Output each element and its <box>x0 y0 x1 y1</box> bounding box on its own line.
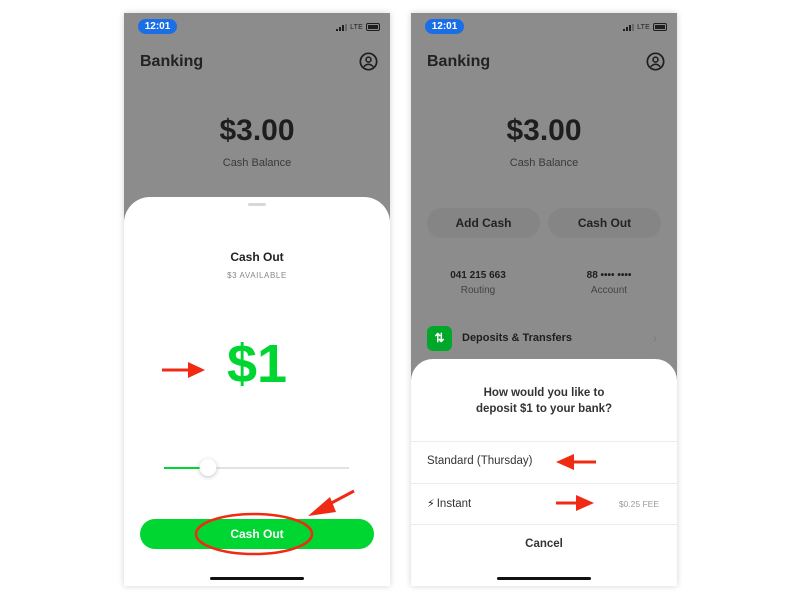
routing-label: Routing <box>460 285 496 296</box>
page-title: Banking <box>427 53 491 70</box>
home-indicator[interactable] <box>497 577 591 580</box>
deposits-transfers-row[interactable]: ⇅ Deposits & Transfers › <box>427 326 661 352</box>
battery-icon <box>366 23 380 31</box>
network-label: LTE <box>637 23 650 31</box>
status-indicators: LTE <box>336 22 380 32</box>
account-label: Account <box>590 285 628 296</box>
option-standard-label: Standard (Thursday) <box>427 455 533 467</box>
cash-balance-label: Cash Balance <box>222 157 292 169</box>
cancel-label: Cancel <box>525 538 563 550</box>
cash-balance-amount: $3.00 <box>506 114 582 147</box>
cash-out-amount: $1 <box>226 334 288 394</box>
cancel-button[interactable]: Cancel <box>411 525 677 565</box>
status-indicators: LTE <box>623 22 667 32</box>
deposits-transfers-label: Deposits & Transfers <box>462 332 573 344</box>
transfer-arrows-icon: ⇅ <box>427 326 452 351</box>
phone-screen-deposit-options: 12:01 LTE Banking $3.00 Cash Balance Add… <box>411 13 677 586</box>
option-standard[interactable]: Standard (Thursday) <box>411 441 677 482</box>
network-label: LTE <box>350 23 363 31</box>
chevron-right-icon: › <box>653 331 657 345</box>
battery-icon <box>653 23 667 31</box>
deposit-question: How would you like to deposit $1 to your… <box>441 385 647 417</box>
sheet-title: Cash Out <box>230 250 284 264</box>
signal-icon <box>336 23 348 31</box>
deposit-question-line-2: deposit $1 to your bank? <box>475 403 613 415</box>
slider-thumb[interactable] <box>199 459 217 476</box>
page-title: Banking <box>140 53 204 70</box>
routing-number[interactable]: 041 215 663 <box>413 270 543 281</box>
phone-screen-cash-out: 12:01 LTE Banking $3.00 Cash Balance Cas… <box>124 13 390 586</box>
add-cash-button[interactable]: Add Cash <box>427 208 540 238</box>
cash-out-button[interactable]: Cash Out <box>140 519 374 549</box>
cash-out-sheet: Cash Out $3 AVAILABLE $1 Cash Out <box>124 197 390 586</box>
lightning-icon: ⚡︎ <box>427 498 435 510</box>
option-instant-label: Instant <box>436 498 472 510</box>
instant-fee: $0.25 FEE <box>618 499 659 509</box>
home-indicator[interactable] <box>210 577 304 580</box>
status-time: 12:01 <box>425 19 464 34</box>
cash-out-button[interactable]: Cash Out <box>548 208 661 238</box>
cash-balance-label: Cash Balance <box>509 157 579 169</box>
option-instant-text: ⚡︎ Instant <box>427 497 471 510</box>
annotation-overlay <box>162 362 596 556</box>
signal-icon <box>623 23 635 31</box>
account-number[interactable]: 88 •••• •••• <box>544 270 674 281</box>
cash-balance-amount: $3.00 <box>219 114 295 147</box>
available-amount: $3 AVAILABLE <box>227 271 287 280</box>
profile-icon[interactable] <box>359 52 378 71</box>
amount-slider[interactable] <box>164 458 349 478</box>
profile-icon[interactable] <box>646 52 665 71</box>
option-instant[interactable]: ⚡︎ Instant $0.25 FEE <box>411 483 677 525</box>
deposit-options-sheet: How would you like to deposit $1 to your… <box>411 359 677 586</box>
status-time: 12:01 <box>138 19 177 34</box>
sheet-grabber[interactable] <box>248 203 266 206</box>
deposit-question-line-1: How would you like to <box>483 387 605 399</box>
